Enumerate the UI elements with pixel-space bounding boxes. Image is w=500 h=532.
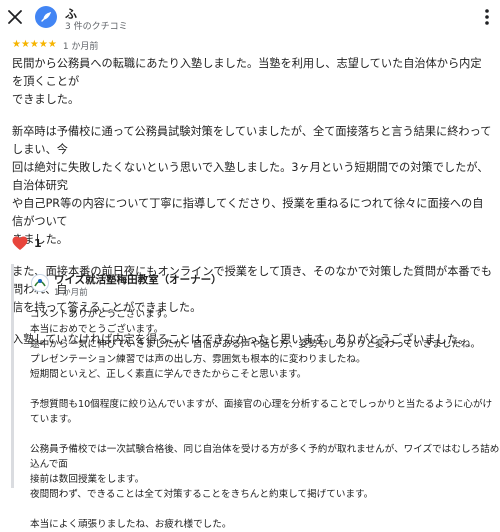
reply-line: 短期間といえど、正しく素直に学んできたからこそと思います。: [30, 369, 307, 380]
like-count: 1: [34, 237, 42, 250]
reply-line: 予想質問も10個程度に絞り込んでいますが、面接官の心理を分析することでしっかりと…: [30, 399, 493, 425]
close-icon[interactable]: [6, 8, 24, 26]
review-header: ふ 3 件のクチコミ: [0, 0, 500, 34]
reply-spacer: [30, 502, 500, 517]
review-paragraph: 新卒時は予備校に通って公務員試験対策をしていましたが、全て面接落ちと言う結果に終…: [12, 125, 492, 246]
review-date: 1 か月前: [62, 41, 99, 52]
reply-line: 公務員予備校では一次試験合格後、同じ自治体を受ける方が多く予約が取れませんが、ワ…: [30, 444, 500, 470]
owner-reply-date: 1 か月前: [54, 288, 88, 298]
more-vert-icon[interactable]: [480, 6, 494, 28]
like-button[interactable]: 1: [12, 236, 42, 251]
star-rating: ★★★★★: [12, 39, 57, 50]
owner-reply: ワイズ就活塾梅田教室（オーナー） 1 か月前 コメントありがとうございます。 本…: [11, 264, 500, 530]
reply-line: 接前は数回授業をします。: [30, 474, 145, 485]
reply-line: 途中から一気に伸びていきましたが、自信がある声や話し方、姿勢もしっかりと変わって…: [30, 339, 481, 350]
reply-line: コメントありがとうございます。: [30, 309, 173, 320]
feather-icon: [41, 12, 52, 22]
rating-row: ★★★★★ 1 か月前: [12, 38, 98, 52]
avatar[interactable]: [35, 6, 57, 28]
reply-line: 本当によく頑張りましたね、お疲れ様でした。: [30, 519, 232, 530]
reply-line: プレゼンテーション練習では声の出し方、雰囲気も根本的に変わりましたね。: [30, 354, 366, 365]
heart-icon: [12, 236, 28, 250]
reply-line: 本当におめでとうございます。: [30, 324, 164, 335]
reply-spacer: [30, 382, 500, 397]
reply-spacer: [30, 427, 500, 442]
owner-logo-icon: [31, 274, 49, 292]
owner-reply-text: コメントありがとうございます。 本当におめでとうございます。 途中から一気に伸び…: [30, 307, 500, 532]
reply-line: 夜間問わず、できることは全て対策することをきちんと約束して掲げています。: [30, 489, 374, 500]
reviewer-review-count: 3 件のクチコミ: [65, 22, 128, 32]
review-paragraph: 民間から公務員への転職にあたり入塾しました。当塾を利用し、志望していた自治体から…: [12, 57, 482, 106]
owner-name: ワイズ就活塾梅田教室（オーナー）: [54, 274, 222, 286]
